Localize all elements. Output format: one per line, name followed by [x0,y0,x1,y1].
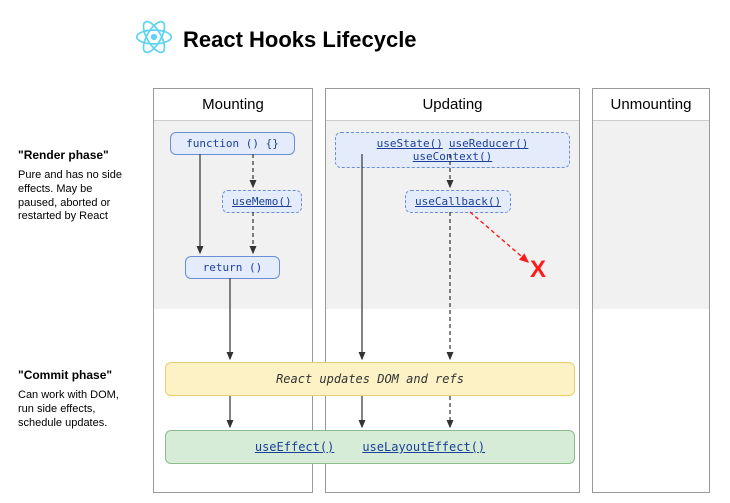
band-dom-update: React updates DOM and refs [165,362,575,396]
page-title: React Hooks Lifecycle [183,27,417,53]
x-mark-icon: X [530,256,546,284]
node-function: function () {} [170,132,295,155]
node-useMemo[interactable]: useMemo() [222,190,302,213]
node-state-hooks[interactable]: useState()useReducer()useContext() [335,132,570,168]
column-header-mounting: Mounting [154,89,312,121]
column-header-unmounting: Unmounting [593,89,709,121]
column-unmounting: Unmounting [592,88,710,493]
node-return: return () [185,256,280,279]
commit-phase-label: "Commit phase" Can work with DOM, run si… [18,368,133,430]
band-effects[interactable]: useEffect()useLayoutEffect() [165,430,575,464]
react-logo-icon [135,18,173,61]
node-useCallback[interactable]: useCallback() [405,190,511,213]
render-phase-label: "Render phase" Pure and has no side effe… [18,148,133,224]
column-header-updating: Updating [326,89,579,121]
